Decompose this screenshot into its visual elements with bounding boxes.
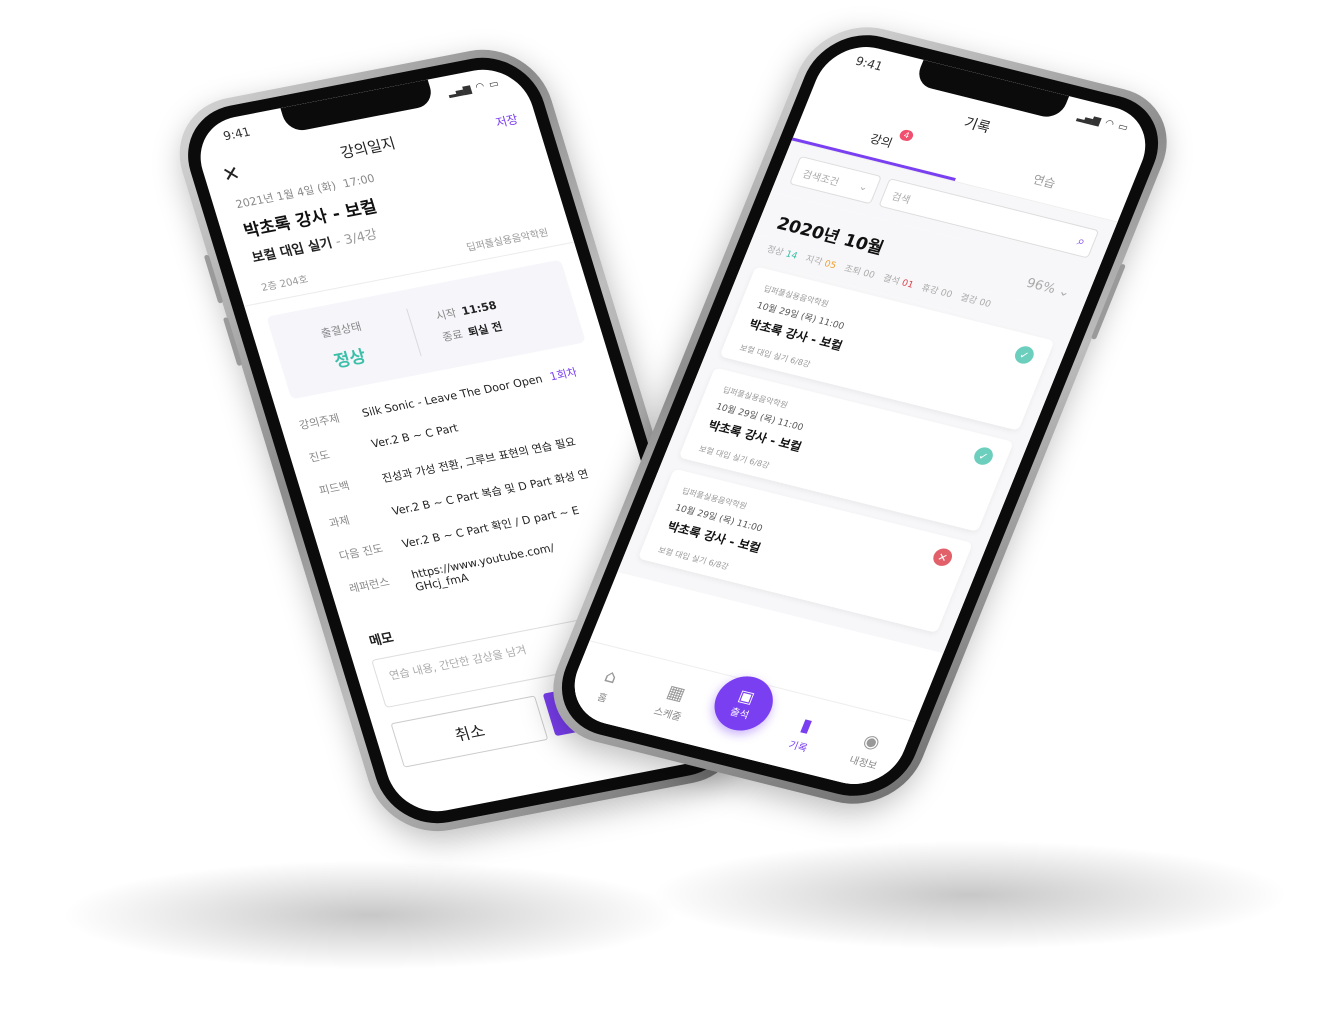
- stat-label: 결강: [958, 293, 979, 307]
- nav-home[interactable]: ⌂ 홈: [573, 660, 642, 710]
- wifi-icon: ◠: [474, 80, 486, 93]
- info-key: 과제: [327, 513, 352, 531]
- floor-shadow-left: [60, 860, 680, 970]
- course-round: - 3/4강: [329, 227, 380, 251]
- status-icons: ▂▄▆ ◠ ▭: [1076, 111, 1130, 134]
- battery-icon: ▭: [1116, 120, 1130, 134]
- attendance-rate-toggle[interactable]: 96% ⌄: [1024, 276, 1072, 301]
- stat-value: 00: [861, 268, 877, 281]
- stat-early-leave: 조퇴 00: [842, 261, 877, 281]
- nav-label: 스케줄: [652, 705, 683, 723]
- stat-label: 휴강: [919, 283, 940, 297]
- attendance-times: 시작 11:58 종료 퇴실 전: [406, 277, 580, 356]
- calendar-icon: ▦: [663, 680, 689, 705]
- wifi-icon: ◠: [1103, 117, 1116, 130]
- search-icon[interactable]: ⌕: [1075, 233, 1088, 249]
- chevron-down-icon: ⌄: [857, 180, 870, 194]
- academy-name: 딥퍼플실용음악학원: [465, 227, 550, 254]
- tab-label: 강의: [867, 131, 895, 151]
- search-condition-select[interactable]: 검색조건 ⌄: [789, 155, 882, 205]
- nav-label: 홈: [595, 691, 609, 705]
- signal-icon: ▂▄▆: [446, 83, 473, 99]
- stat-label: 지각: [803, 254, 824, 268]
- info-key: 다음 진도: [337, 541, 385, 563]
- home-icon: ⌂: [601, 665, 621, 688]
- course-name: 보컬 대입 실기: [250, 236, 335, 266]
- end-label: 종료: [440, 327, 465, 345]
- signal-icon: ▂▄▆: [1075, 110, 1103, 127]
- floor-shadow-right: [650, 840, 1290, 950]
- cancel-button[interactable]: 취소: [390, 695, 549, 768]
- status-time: 9:41: [221, 124, 253, 144]
- nav-label: 출석: [728, 706, 751, 722]
- info-key: 레퍼런스: [347, 575, 392, 596]
- session-badge: 1회차: [548, 365, 579, 384]
- nav-record[interactable]: ▮ 기록: [769, 709, 838, 759]
- page-title: 강의일지: [337, 133, 398, 162]
- attendance-rate: 96%: [1023, 275, 1058, 297]
- stat-absent: 결석 01: [881, 271, 916, 291]
- stat-value: 00: [977, 297, 993, 310]
- nav-schedule[interactable]: ▦ 스케줄: [638, 676, 707, 726]
- start-value: 11:58: [460, 298, 499, 319]
- tab-label: 연습: [1030, 172, 1058, 191]
- nav-label: 내정보: [847, 754, 879, 772]
- user-icon: ◉: [860, 729, 884, 754]
- nav-attend-button[interactable]: ▣ 출석: [705, 670, 782, 737]
- end-value: 퇴실 전: [466, 320, 504, 340]
- stat-late: 지각 05: [804, 252, 839, 272]
- search-placeholder: 검색: [889, 191, 912, 206]
- status-icons: ▂▄▆ ◠ ▭: [446, 78, 500, 98]
- close-icon[interactable]: ✕: [219, 161, 243, 187]
- stat-missed: 결강 00: [958, 290, 993, 310]
- document-icon: ▮: [797, 714, 816, 737]
- chevron-down-icon: ⌄: [1056, 283, 1073, 301]
- stat-value: 14: [783, 249, 799, 262]
- select-label: 검색조건: [800, 168, 841, 189]
- header-save-button[interactable]: 저장: [493, 110, 520, 131]
- info-key: 진도: [307, 448, 332, 465]
- info-key: 강의주제: [297, 411, 342, 433]
- info-key: 피드백: [317, 479, 352, 498]
- stat-normal: 정상 14: [765, 242, 800, 262]
- stat-value: 05: [822, 259, 838, 272]
- stat-label: 정상: [764, 244, 785, 259]
- nav-label: 기록: [786, 739, 809, 755]
- attendance-status: 출결상태 정상: [271, 308, 421, 382]
- tab-count-badge: 4: [898, 128, 915, 143]
- stat-value: 01: [899, 278, 915, 291]
- stat-value: 00: [938, 288, 954, 301]
- battery-icon: ▭: [487, 77, 501, 91]
- start-label: 시작: [434, 306, 458, 324]
- stat-label: 조퇴: [842, 264, 863, 278]
- stat-canceled: 휴강 00: [919, 281, 955, 301]
- stat-label: 결석: [881, 273, 901, 288]
- lecture-time: 17:00: [341, 171, 377, 191]
- room: 2층 204호: [260, 274, 310, 294]
- status-time: 9:41: [853, 53, 885, 74]
- records-screen: 9:41 ▂▄▆ ◠ ▭ 기록 강의 4 연습 검색조건 ⌄ 검색 ⌕ 2020…: [560, 37, 1160, 794]
- nav-profile[interactable]: ◉ 내정보: [834, 725, 903, 775]
